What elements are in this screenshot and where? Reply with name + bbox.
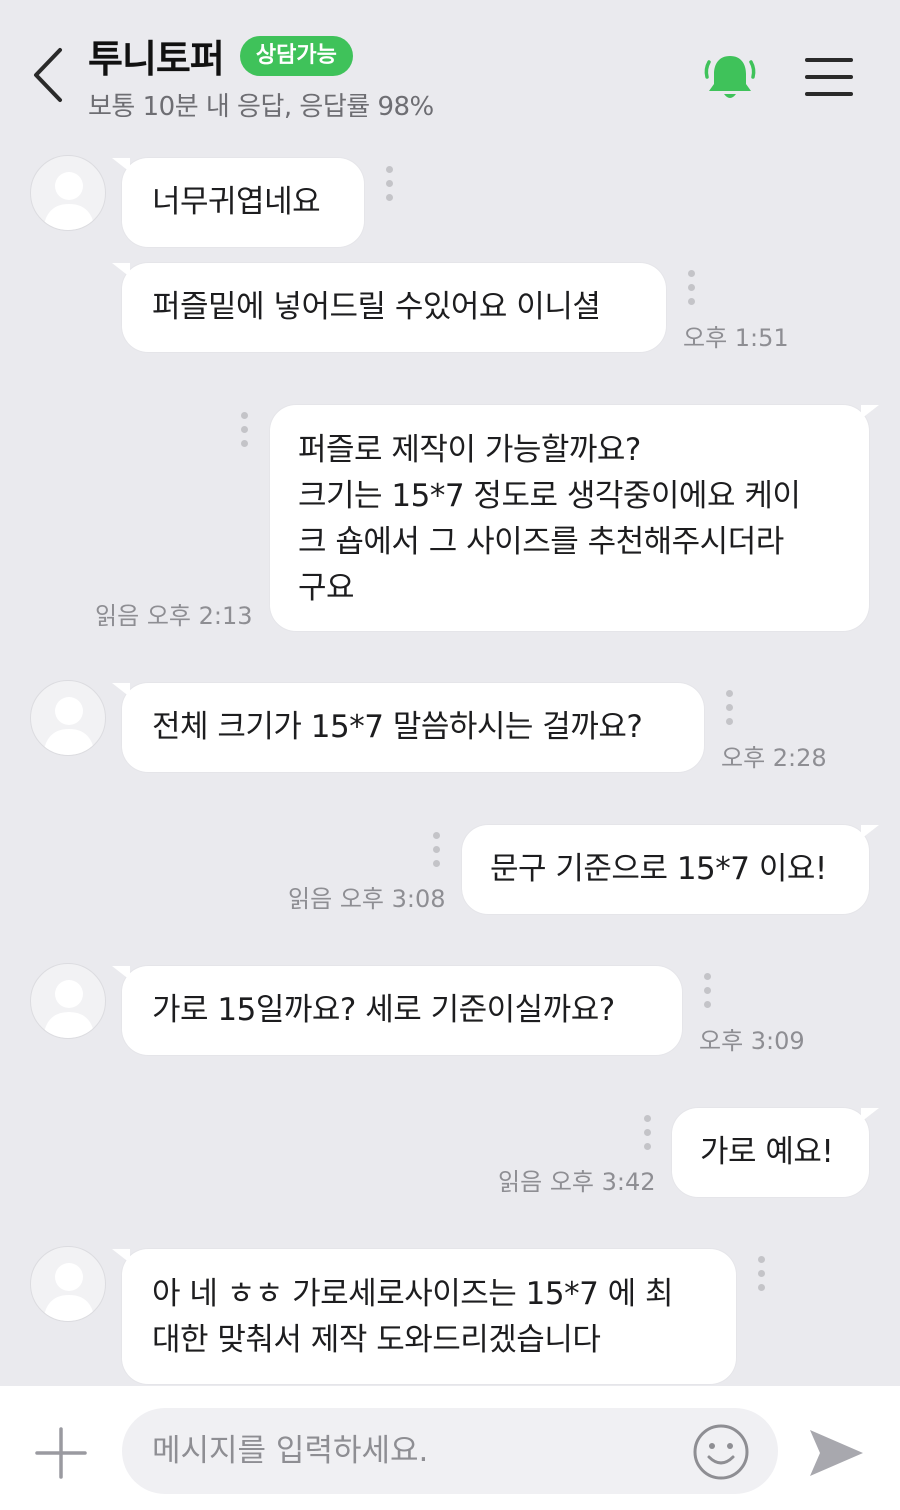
message-text: 퍼즐밑에 넣어드릴 수있어요 이니셜 (152, 289, 601, 325)
message-line: 구요 (298, 570, 355, 606)
message-read-time: 읽음 오후 3:08 (288, 879, 446, 914)
message-bubble-received[interactable]: 너무귀엽네요 (112, 158, 364, 247)
plus-icon (35, 1427, 87, 1479)
message-read-time: 읽음 오후 2:13 (95, 596, 253, 631)
status-badge: 상담가능 (239, 35, 353, 76)
message-time: 오후 2:28 (721, 744, 827, 772)
message-line: 크기는 15*7 정도로 생각중이에요 케이 (298, 478, 801, 514)
message-time: 오후 2:13 (146, 602, 253, 630)
message-line: 퍼즐로 제작이 가능할까요? (298, 432, 641, 468)
avatar[interactable] (30, 963, 106, 1039)
smiley-icon (693, 1424, 749, 1480)
message-line: 크 숍에서 그 사이즈를 추천해주시더라 (298, 524, 784, 560)
message-text: 너무귀엽네요 (152, 184, 321, 220)
message-bubble-sent[interactable]: 문구 기준으로 15*7 이요! (462, 825, 879, 914)
message-bubble-sent[interactable]: 가로 예요! (672, 1108, 879, 1197)
user-icon (43, 697, 95, 755)
chevron-left-icon (34, 48, 62, 102)
message-line: 아 네 ㅎㅎ 가로세로사이즈는 15*7 에 최 (152, 1276, 674, 1312)
message-bubble-received[interactable]: 퍼즐밑에 넣어드릴 수있어요 이니셜 (112, 263, 666, 352)
add-attachment-button[interactable] (34, 1426, 88, 1480)
read-status: 읽음 (498, 1168, 543, 1196)
message-read-time: 읽음 오후 3:42 (498, 1162, 656, 1197)
message-options-button[interactable] (754, 1256, 768, 1296)
response-info: 보통 10분 내 응답, 응답률 98% (88, 92, 434, 122)
message-bubble-sent[interactable]: 퍼즐로 제작이 가능할까요? 크기는 15*7 정도로 생각중이에요 케이 크 … (270, 405, 879, 631)
message-options-button[interactable] (640, 1115, 654, 1155)
message-bubble-received[interactable]: 전체 크기가 15*7 말씀하시는 걸까요? (112, 683, 704, 772)
read-status: 읽음 (288, 885, 333, 913)
message-time: 오후 3:42 (549, 1168, 656, 1196)
message-text: 가로 예요! (700, 1134, 834, 1170)
message-input[interactable] (152, 1408, 692, 1494)
menu-icon (805, 58, 853, 96)
message-bubble-received[interactable]: 가로 15일까요? 세로 기준이실까요? (112, 966, 682, 1055)
menu-button[interactable] (804, 56, 854, 98)
back-button[interactable] (24, 40, 74, 110)
emoji-button[interactable] (692, 1423, 750, 1481)
notification-button[interactable] (702, 52, 758, 102)
avatar[interactable] (30, 155, 106, 231)
message-time: 오후 1:51 (683, 324, 789, 352)
send-icon (810, 1430, 863, 1476)
message-options-button[interactable] (684, 270, 698, 310)
read-status: 읽음 (95, 602, 140, 630)
avatar[interactable] (30, 1246, 106, 1322)
message-options-button[interactable] (429, 832, 443, 872)
message-options-button[interactable] (382, 166, 396, 206)
bell-icon (704, 56, 756, 98)
message-time: 오후 3:09 (699, 1027, 805, 1055)
user-icon (43, 1263, 95, 1321)
message-input-container (122, 1408, 778, 1494)
message-text: 문구 기준으로 15*7 이요! (490, 851, 827, 887)
message-line: 대한 맞춰서 제작 도와드리겠습니다 (152, 1322, 601, 1358)
send-button[interactable] (806, 1426, 866, 1480)
message-time: 오후 3:08 (339, 885, 446, 913)
avatar[interactable] (30, 680, 106, 756)
message-text: 전체 크기가 15*7 말씀하시는 걸까요? (152, 709, 643, 745)
user-icon (43, 980, 95, 1038)
user-icon (43, 172, 95, 230)
message-options-button[interactable] (237, 412, 251, 452)
message-options-button[interactable] (700, 973, 714, 1013)
title-row: 투니토퍼 상담가능 (88, 28, 353, 83)
message-options-button[interactable] (722, 690, 736, 730)
chat-header: 투니토퍼 상담가능 보통 10분 내 응답, 응답률 98% (0, 0, 900, 135)
message-text: 가로 15일까요? 세로 기준이실까요? (152, 992, 615, 1028)
message-bubble-received[interactable]: 아 네 ㅎㅎ 가로세로사이즈는 15*7 에 최 대한 맞춰서 제작 도와드리겠… (112, 1249, 736, 1384)
page-title: 투니토퍼 (88, 37, 225, 81)
